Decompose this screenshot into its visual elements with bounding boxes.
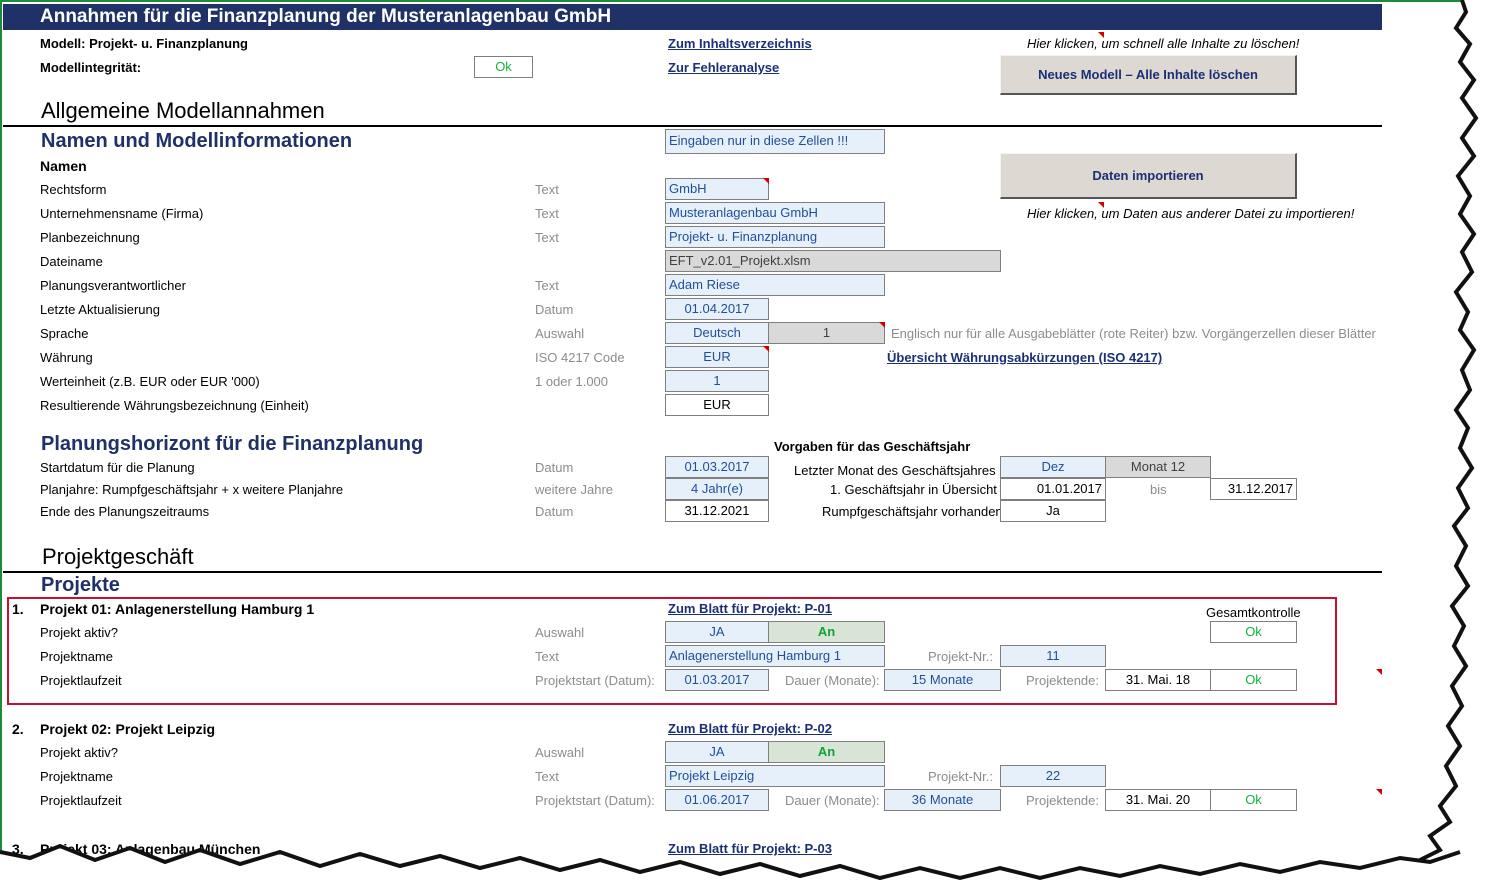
torn-edge-decoration [0,0,1496,891]
